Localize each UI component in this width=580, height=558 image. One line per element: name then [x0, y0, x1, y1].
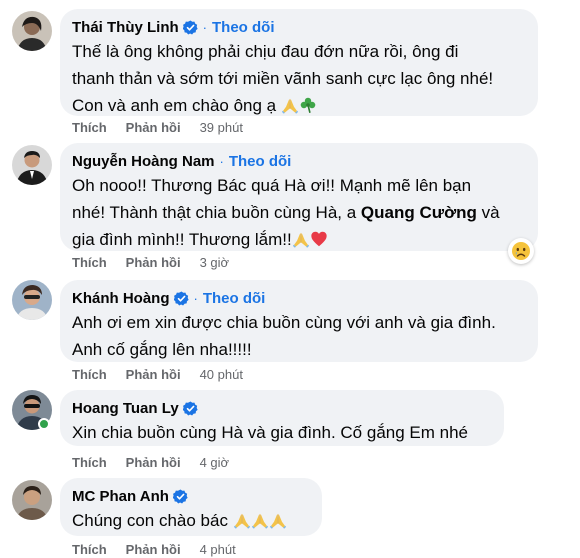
folded-hands-icon [281, 96, 299, 114]
commenter-name[interactable]: Nguyễn Hoàng Nam [72, 153, 215, 170]
separator-dot: · [202, 19, 207, 35]
avatar[interactable] [12, 280, 52, 320]
comment-text: Chúng con chào bác [72, 507, 310, 534]
comment-bubble: Khánh Hoàng · Theo dõi Anh ơi em xin đượ… [60, 280, 538, 362]
comment-bubble: Thái Thùy Linh · Theo dõi Thế là ông khô… [60, 9, 538, 116]
sad-reaction-icon [511, 241, 531, 261]
comment-text: Anh ơi em xin được chia buồn cùng với an… [72, 309, 526, 363]
comment-text: Thế là ông không phải chịu đau đớn nữa r… [72, 38, 526, 119]
comment-actions: Thích Phản hồi 4 giờ [72, 453, 229, 471]
reply-button[interactable]: Phản hồi [126, 542, 181, 557]
commenter-name[interactable]: Hoang Tuan Ly [72, 400, 179, 417]
follow-button[interactable]: Theo dõi [229, 153, 292, 170]
comment-time[interactable]: 4 giờ [200, 455, 230, 470]
follow-button[interactable]: Theo dõi [203, 290, 266, 307]
folded-hands-icon [292, 230, 310, 248]
comment-line: Thế là ông không phải chịu đau đớn nữa r… [72, 42, 459, 61]
shamrock-icon [299, 96, 317, 114]
folded-hands-icon [251, 511, 269, 529]
comment-time[interactable]: 3 giờ [200, 255, 230, 270]
like-button[interactable]: Thích [72, 367, 107, 382]
comment-time[interactable]: 39 phút [200, 120, 243, 135]
comment-actions: Thích Phản hồi 40 phút [72, 365, 243, 383]
avatar[interactable] [12, 11, 52, 51]
comment-actions: Thích Phản hồi 4 phút [72, 540, 236, 558]
folded-hands-icon [233, 511, 251, 529]
verified-badge-icon [183, 401, 198, 416]
comment-actions: Thích Phản hồi 3 giờ [72, 253, 229, 271]
comment-bubble: MC Phan Anh Chúng con chào bác [60, 478, 322, 536]
comment-line: Chúng con chào bác [72, 511, 228, 530]
follow-button[interactable]: Theo dõi [212, 19, 275, 36]
separator-dot: · [219, 153, 224, 169]
comment-actions: Thích Phản hồi 39 phút [72, 118, 243, 136]
comment-line: Oh nooo!! Thương Bác quá Hà ơi!! Mạnh mẽ… [72, 176, 472, 195]
comment-line: gia đình mình!! Thương lắm!! [72, 230, 292, 249]
avatar[interactable] [12, 145, 52, 185]
comment-line: Con và anh em chào ông ạ [72, 96, 277, 115]
comment-line: Anh ơi em xin được chia buồn cùng với an… [72, 313, 496, 332]
verified-badge-icon [183, 20, 198, 35]
reply-button[interactable]: Phản hồi [126, 255, 181, 270]
like-button[interactable]: Thích [72, 120, 107, 135]
verified-badge-icon [173, 489, 188, 504]
comment-bubble: Nguyễn Hoàng Nam · Theo dõi Oh nooo!! Th… [60, 143, 538, 251]
commenter-name[interactable]: Khánh Hoàng [72, 290, 170, 307]
reaction-summary[interactable] [508, 238, 534, 264]
comment-line: Xin chia buồn cùng Hà và gia đình. Cố gắ… [72, 423, 468, 442]
separator-dot: · [193, 290, 198, 306]
like-button[interactable]: Thích [72, 455, 107, 470]
red-heart-icon [310, 230, 328, 248]
mentioned-user[interactable]: Quang Cường [361, 203, 477, 222]
online-status-indicator [38, 418, 50, 430]
reply-button[interactable]: Phản hồi [126, 120, 181, 135]
comment-time[interactable]: 4 phút [200, 542, 236, 557]
like-button[interactable]: Thích [72, 255, 107, 270]
comment-line: và [481, 203, 500, 222]
reply-button[interactable]: Phản hồi [126, 455, 181, 470]
commenter-name[interactable]: Thái Thùy Linh [72, 19, 179, 36]
avatar[interactable] [12, 480, 52, 520]
folded-hands-icon [269, 511, 287, 529]
verified-badge-icon [174, 291, 189, 306]
comment-text: Xin chia buồn cùng Hà và gia đình. Cố gắ… [72, 419, 492, 446]
comment-line: Anh cố gắng lên nha!!!!! [72, 340, 252, 359]
comment-line: nhé! Thành thật chia buồn cùng Hà, a [72, 203, 357, 222]
like-button[interactable]: Thích [72, 542, 107, 557]
commenter-name[interactable]: MC Phan Anh [72, 488, 169, 505]
comment-line: thanh thản và sớm tới miền vãnh sanh cực… [72, 69, 494, 88]
comment-text: Oh nooo!! Thương Bác quá Hà ơi!! Mạnh mẽ… [72, 172, 526, 253]
reply-button[interactable]: Phản hồi [126, 367, 181, 382]
comment-bubble: Hoang Tuan Ly Xin chia buồn cùng Hà và g… [60, 390, 504, 446]
comment-time[interactable]: 40 phút [200, 367, 243, 382]
